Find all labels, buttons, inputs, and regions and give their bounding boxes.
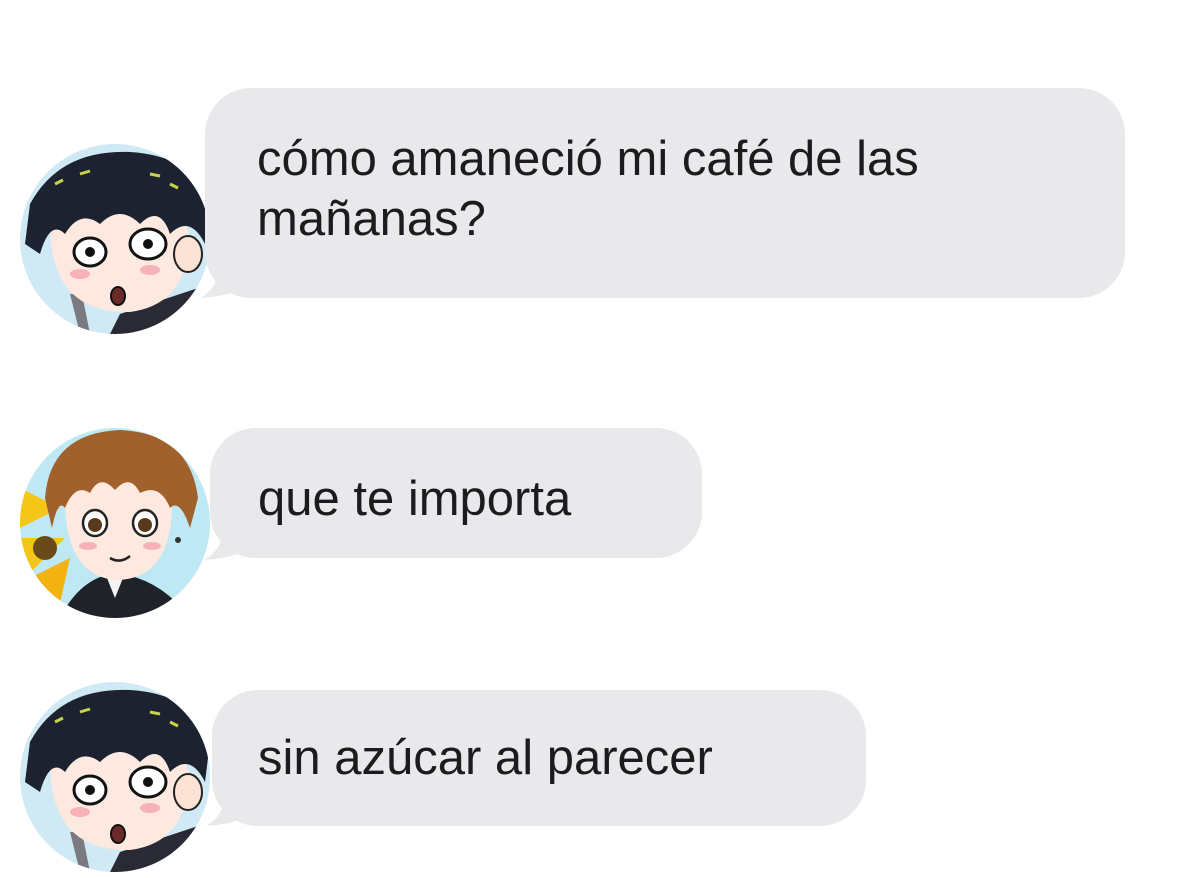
avatar-dark-hair[interactable]: [20, 682, 210, 872]
message-bubble[interactable]: sin azúcar al parecer: [212, 690, 866, 826]
message-row: sin azúcar al parecer: [0, 0, 1200, 878]
avatar-dark-hair-illustration: [20, 682, 210, 872]
message-text: sin azúcar al parecer: [258, 731, 713, 785]
